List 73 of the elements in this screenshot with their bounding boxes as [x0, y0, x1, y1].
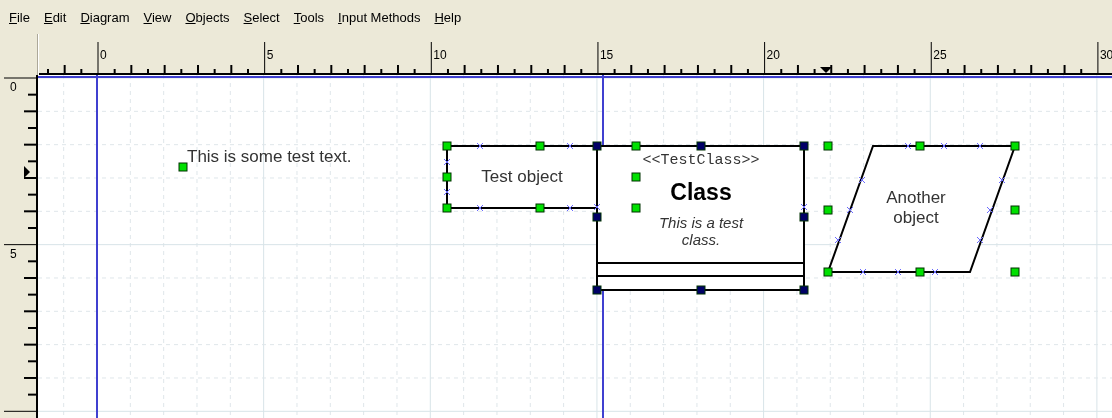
ruler-label: 0	[100, 49, 107, 61]
selection-handle[interactable]	[1010, 141, 1020, 151]
selection-handle[interactable]	[915, 267, 925, 277]
connection-point-icon	[443, 158, 451, 166]
selection-handle[interactable]	[1010, 267, 1020, 277]
box-shape[interactable]	[446, 145, 598, 209]
diagram-text: This is some test text.	[187, 147, 352, 167]
selection-handle[interactable]	[799, 212, 809, 222]
selection-handle[interactable]	[631, 141, 641, 151]
menu-item[interactable]: View	[136, 7, 179, 27]
connection-point-icon	[976, 142, 984, 150]
menu-item[interactable]: Input Methods	[331, 7, 428, 27]
diagram-canvas[interactable]: This is some test text. Test object <<TestClass>> Class This is a test class. Another object	[38, 75, 1112, 418]
selection-handle[interactable]	[1010, 205, 1020, 215]
selection-handle[interactable]	[592, 141, 602, 151]
selection-handle[interactable]	[592, 285, 602, 295]
selection-handle[interactable]	[696, 285, 706, 295]
selection-handle[interactable]	[823, 205, 833, 215]
connection-point-icon	[931, 268, 939, 276]
selection-handle[interactable]	[535, 141, 545, 151]
selection-handle[interactable]	[696, 141, 706, 151]
ruler-label: 10	[433, 49, 447, 61]
ruler-label: 15	[599, 49, 614, 61]
menu-item[interactable]: Tools	[286, 7, 332, 27]
ruler-label: 0	[10, 81, 17, 93]
connection-point-icon	[998, 176, 1006, 184]
connection-point-icon	[894, 268, 902, 276]
ruler-label: 5	[266, 49, 274, 61]
connection-point-icon	[443, 188, 451, 196]
parallelogram-label: Another object	[885, 188, 947, 228]
selection-handle[interactable]	[592, 212, 602, 222]
class-stereotype: <<TestClass>>	[642, 152, 760, 170]
menu-item[interactable]: Select	[236, 7, 287, 27]
connection-point-icon	[859, 268, 867, 276]
connection-point-icon	[986, 206, 994, 214]
connection-point-icon	[566, 204, 574, 212]
menu-item[interactable]: Edit	[36, 7, 74, 27]
class-comment: This is a test class.	[657, 214, 745, 249]
ruler-label: 30	[1099, 49, 1112, 61]
connection-point-icon	[566, 142, 574, 150]
selection-handle[interactable]	[442, 172, 452, 182]
box-label: Test object	[481, 167, 563, 187]
connection-point-icon	[858, 176, 866, 184]
selection-handle[interactable]	[799, 285, 809, 295]
connection-point-icon	[476, 204, 484, 212]
selection-handle[interactable]	[631, 203, 641, 213]
menu-item[interactable]: Diagram	[73, 7, 137, 27]
selection-handle[interactable]	[799, 141, 809, 151]
connection-point-icon	[846, 206, 854, 214]
class-name: Class	[670, 179, 732, 206]
connection-point-icon	[940, 142, 948, 150]
connection-point-icon	[904, 142, 912, 150]
selection-handle[interactable]	[535, 203, 545, 213]
parallelogram-shape[interactable]	[826, 145, 1017, 273]
selection-handle[interactable]	[915, 141, 925, 151]
ruler-label: 20	[766, 49, 780, 61]
selection-handle[interactable]	[442, 203, 452, 213]
selection-handle[interactable]	[823, 141, 833, 151]
selection-handle[interactable]	[631, 172, 641, 182]
menu-item[interactable]: Objects	[178, 7, 237, 27]
connection-point-icon	[800, 203, 808, 211]
connection-point-icon	[476, 142, 484, 150]
connection-point-icon	[834, 236, 842, 244]
connection-point-icon	[593, 203, 601, 211]
ruler-label: 5	[10, 247, 17, 260]
selection-handle[interactable]	[823, 267, 833, 277]
selection-handle[interactable]	[178, 162, 188, 172]
menu-item[interactable]: File	[2, 7, 37, 27]
class-shape[interactable]	[596, 145, 805, 291]
selection-handle[interactable]	[442, 141, 452, 151]
ruler-label: 25	[933, 49, 947, 61]
menu-item[interactable]: Help	[427, 7, 469, 27]
connection-point-icon	[976, 236, 984, 244]
